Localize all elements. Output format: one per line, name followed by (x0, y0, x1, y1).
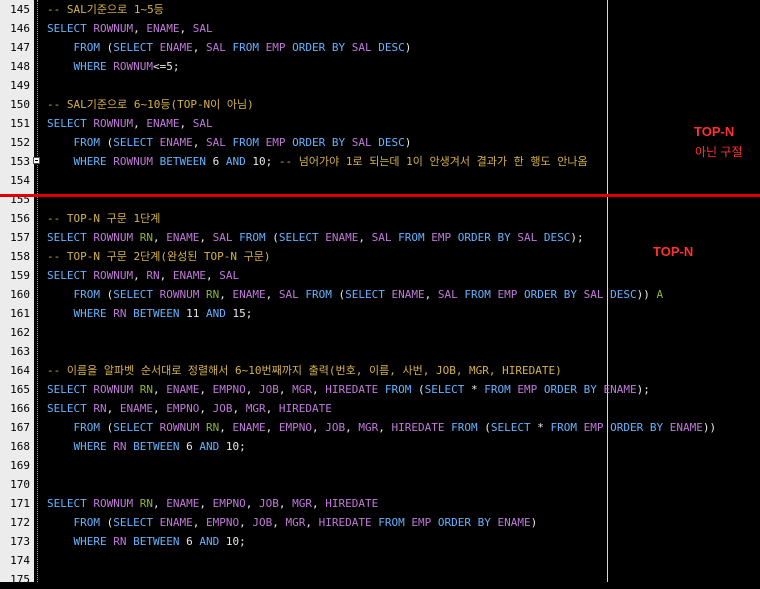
line-number: 165 (10, 383, 30, 396)
line-number: 168 (10, 440, 30, 453)
line-number: 174 (10, 554, 30, 567)
line-number: 145 (10, 3, 30, 16)
line-number: 163 (10, 345, 30, 358)
code-line[interactable]: 161 WHERE RN BETWEEN 11 AND 15; (0, 304, 760, 323)
code-line[interactable]: 148 WHERE ROWNUM<=5; (0, 57, 760, 76)
code-text: SELECT ROWNUM RN, ENAME, SAL FROM (SELEC… (47, 231, 584, 244)
code-line[interactable]: 169 (0, 456, 760, 475)
code-text: FROM (SELECT ROWNUM RN, ENAME, SAL FROM … (73, 288, 664, 301)
code-text: SELECT RN, ENAME, EMPNO, JOB, MGR, HIRED… (47, 402, 332, 415)
code-text: SELECT ROWNUM RN, ENAME, EMPNO, JOB, MGR… (47, 383, 650, 396)
annotation-top-subtitle: 아닌 구절 (695, 145, 743, 159)
code-text: -- SAL기준으로 1~5등 (47, 3, 164, 16)
line-number: 154 (10, 174, 30, 187)
code-text: -- SAL기준으로 6~10등(TOP-N이 아님) (47, 98, 254, 111)
code-text: FROM (SELECT ROWNUM RN, ENAME, EMPNO, JO… (73, 421, 717, 434)
code-line[interactable]: 167 FROM (SELECT ROWNUM RN, ENAME, EMPNO… (0, 418, 760, 437)
red-divider-line (0, 194, 760, 197)
code-line[interactable]: 157 SELECT ROWNUM RN, ENAME, SAL FROM (SE… (0, 228, 760, 247)
code-text: WHERE RN BETWEEN 6 AND 10; (73, 440, 246, 453)
code-line[interactable]: 165 SELECT ROWNUM RN, ENAME, EMPNO, JOB, … (0, 380, 760, 399)
code-text: SELECT ROWNUM, RN, ENAME, SAL (47, 269, 240, 282)
line-number: 173 (10, 535, 30, 548)
code-line[interactable]: 166 SELECT RN, ENAME, EMPNO, JOB, MGR, HI… (0, 399, 760, 418)
code-line[interactable]: 168 WHERE RN BETWEEN 6 AND 10; (0, 437, 760, 456)
code-line[interactable]: 151 SELECT ROWNUM, ENAME, SAL (0, 114, 760, 133)
code-line[interactable]: 170 (0, 475, 760, 494)
code-line[interactable]: 153 WHERE ROWNUM BETWEEN 6 AND 10; -- 넘어… (0, 152, 760, 171)
code-line[interactable]: 162 (0, 323, 760, 342)
line-number: 162 (10, 326, 30, 339)
line-number: 172 (10, 516, 30, 529)
code-text: FROM (SELECT ENAME, SAL FROM EMP ORDER B… (73, 136, 412, 149)
code-line[interactable]: 152 FROM (SELECT ENAME, SAL FROM EMP ORD… (0, 133, 760, 152)
code-line[interactable]: 146 SELECT ROWNUM, ENAME, SAL (0, 19, 760, 38)
code-line[interactable]: 145 -- SAL기준으로 1~5등 (0, 0, 760, 19)
line-number: 170 (10, 478, 30, 491)
fold-collapse-icon[interactable] (33, 157, 40, 164)
line-number: 146 (10, 22, 30, 35)
line-number: 153 (10, 155, 30, 168)
code-text: WHERE ROWNUM BETWEEN 6 AND 10; -- 넘어가야 1… (73, 155, 588, 168)
code-text: WHERE RN BETWEEN 6 AND 10; (73, 535, 246, 548)
code-line[interactable]: 158 -- TOP-N 구문 2단계(완성된 TOP-N 구문) (0, 247, 760, 266)
code-text: SELECT ROWNUM RN, ENAME, EMPNO, JOB, MGR… (47, 497, 379, 510)
line-number: 160 (10, 288, 30, 301)
line-number: 167 (10, 421, 30, 434)
code-text: -- TOP-N 구문 1단계 (47, 212, 161, 225)
code-text: FROM (SELECT ENAME, SAL FROM EMP ORDER B… (73, 41, 412, 54)
line-number: 151 (10, 117, 30, 130)
code-line[interactable]: 171 SELECT ROWNUM RN, ENAME, EMPNO, JOB, … (0, 494, 760, 513)
code-line[interactable]: 173 WHERE RN BETWEEN 6 AND 10; (0, 532, 760, 551)
code-line[interactable]: 156 -- TOP-N 구문 1단계 (0, 209, 760, 228)
code-text: FROM (SELECT ENAME, EMPNO, JOB, MGR, HIR… (73, 516, 538, 529)
line-number: 158 (10, 250, 30, 263)
code-line[interactable]: 154 (0, 171, 760, 190)
line-number: 148 (10, 60, 30, 73)
code-line[interactable]: 155 (0, 190, 760, 209)
code-line[interactable]: 159 SELECT ROWNUM, RN, ENAME, SAL (0, 266, 760, 285)
code-line[interactable]: 147 FROM (SELECT ENAME, SAL FROM EMP ORD… (0, 38, 760, 57)
annotation-mid-title: TOP-N (653, 244, 694, 259)
code-line[interactable]: 160 FROM (SELECT ROWNUM RN, ENAME, SAL F… (0, 285, 760, 304)
line-number: 147 (10, 41, 30, 54)
code-line[interactable]: 172 FROM (SELECT ENAME, EMPNO, JOB, MGR,… (0, 513, 760, 532)
code-text: WHERE ROWNUM<=5; (73, 60, 180, 73)
line-number: 166 (10, 402, 30, 415)
code-line[interactable]: 175 (0, 570, 760, 589)
code-text: WHERE RN BETWEEN 11 AND 15; (73, 307, 253, 320)
code-text: -- TOP-N 구문 2단계(완성된 TOP-N 구문) (47, 250, 271, 263)
code-line[interactable]: 149 (0, 76, 760, 95)
line-number: 149 (10, 79, 30, 92)
line-number: 161 (10, 307, 30, 320)
line-number: 171 (10, 497, 30, 510)
line-number: 150 (10, 98, 30, 111)
line-number: 175 (10, 573, 30, 586)
line-number: 152 (10, 136, 30, 149)
code-text: -- 이름을 알파벳 순서대로 정렬해서 6~10번째까지 출력(번호, 이름,… (47, 364, 562, 377)
line-number: 159 (10, 269, 30, 282)
code-text: SELECT ROWNUM, ENAME, SAL (47, 22, 213, 35)
code-line[interactable]: 164 -- 이름을 알파벳 순서대로 정렬해서 6~10번째까지 출력(번호, … (0, 361, 760, 380)
annotation-top-title: TOP-N (694, 124, 735, 139)
line-number: 156 (10, 212, 30, 225)
code-text: SELECT ROWNUM, ENAME, SAL (47, 117, 213, 130)
code-line[interactable]: 163 (0, 342, 760, 361)
code-line[interactable]: 174 (0, 551, 760, 570)
line-number: 155 (10, 193, 30, 206)
line-number: 164 (10, 364, 30, 377)
code-line[interactable]: 150 -- SAL기준으로 6~10등(TOP-N이 아님) (0, 95, 760, 114)
line-number: 169 (10, 459, 30, 472)
line-number: 157 (10, 231, 30, 244)
